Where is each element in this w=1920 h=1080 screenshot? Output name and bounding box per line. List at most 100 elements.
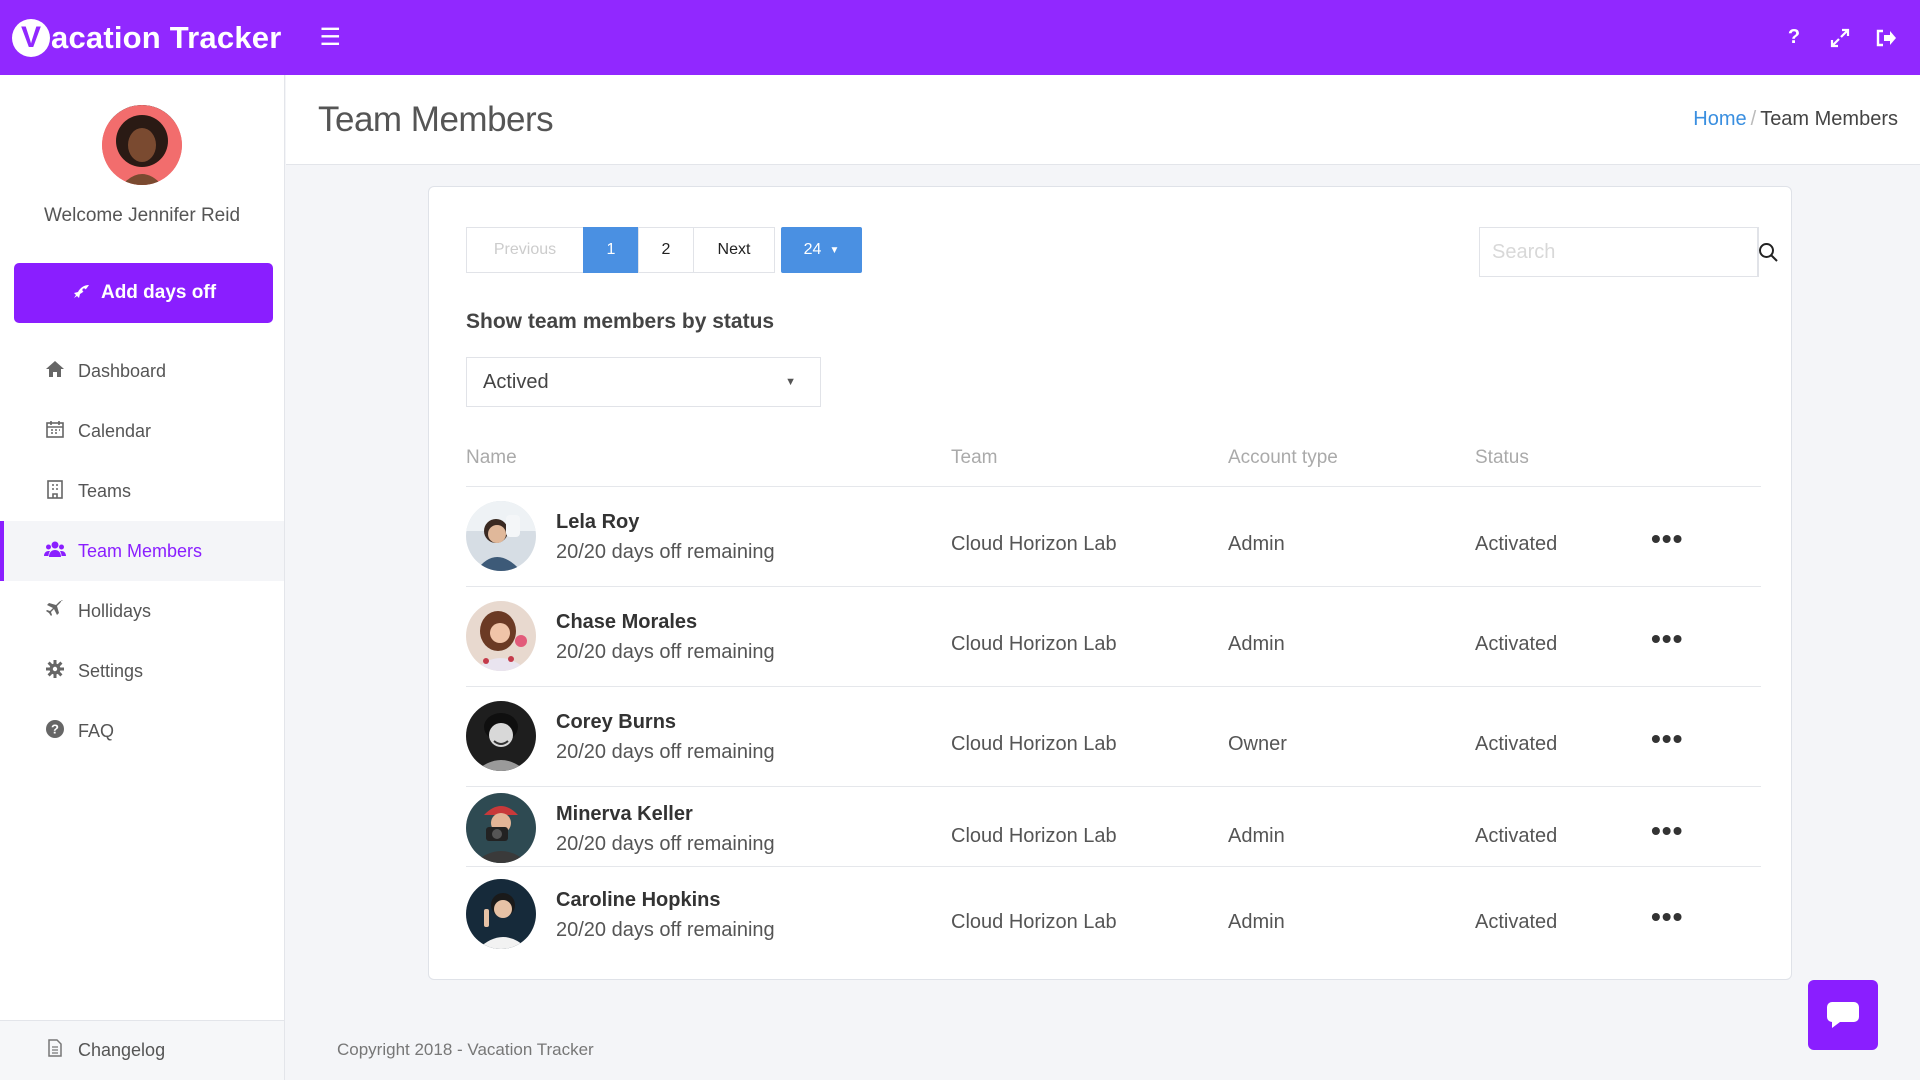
sidebar-item-calendar[interactable]: Calendar — [0, 401, 284, 461]
table-row[interactable]: Minerva Keller 20/20 days off remaining … — [466, 787, 1761, 867]
status-filter-select[interactable]: Actived ▼ — [466, 357, 821, 407]
sidebar-item-label: Dashboard — [78, 360, 167, 381]
sidebar-item-team-members[interactable]: Team Members — [0, 521, 284, 581]
logo-text: acation Tracker — [51, 19, 282, 55]
breadcrumb: Home / Team Members — [1693, 108, 1898, 131]
sidebar-item-settings[interactable]: Settings — [0, 641, 284, 701]
search-input[interactable] — [1480, 228, 1757, 276]
member-name[interactable]: Corey Burns — [556, 711, 676, 734]
member-status: Activated — [1475, 825, 1558, 847]
changelog-label: Changelog — [78, 1040, 166, 1060]
member-team: Cloud Horizon Lab — [951, 911, 1117, 933]
sidebar-item-faq[interactable]: ? FAQ — [0, 701, 284, 761]
calendar-icon — [44, 420, 66, 443]
member-days-remaining: 20/20 days off remaining — [556, 833, 775, 855]
sidebar-item-hollidays[interactable]: Hollidays — [0, 581, 284, 641]
member-account-type: Admin — [1228, 911, 1285, 933]
sidebar-item-changelog[interactable]: Changelog — [0, 1020, 284, 1080]
member-name[interactable]: Lela Roy — [556, 511, 639, 534]
table-row[interactable]: Chase Morales 20/20 days off remaining C… — [466, 587, 1761, 687]
home-icon — [44, 360, 66, 383]
more-actions-icon[interactable]: ••• — [1651, 901, 1683, 933]
member-days-remaining: 20/20 days off remaining — [556, 641, 775, 663]
table-row[interactable]: Corey Burns 20/20 days off remaining Clo… — [466, 687, 1761, 787]
page-1-button[interactable]: 1 — [583, 227, 639, 273]
search-button[interactable] — [1757, 228, 1778, 276]
page-title: Team Members — [318, 99, 554, 139]
logo-mark: V — [12, 18, 50, 57]
member-name[interactable]: Minerva Keller — [556, 803, 693, 826]
sidebar-item-label: Teams — [78, 480, 132, 501]
sidebar-item-teams[interactable]: Teams — [0, 461, 284, 521]
sidebar-item-label: Hollidays — [78, 600, 152, 621]
member-status: Activated — [1475, 633, 1558, 655]
welcome-text: Welcome Jennifer Reid — [43, 205, 241, 226]
svg-text:?: ? — [51, 721, 59, 736]
member-account-type: Admin — [1228, 633, 1285, 655]
column-header-account-type[interactable]: Account type — [1228, 447, 1338, 469]
more-actions-icon[interactable]: ••• — [1651, 723, 1683, 755]
member-days-remaining: 20/20 days off remaining — [556, 919, 775, 941]
next-page-button[interactable]: Next — [693, 227, 775, 273]
more-actions-icon[interactable]: ••• — [1651, 623, 1683, 655]
previous-page-button[interactable]: Previous — [466, 227, 584, 273]
add-days-off-button[interactable]: Add days off — [14, 263, 273, 323]
column-header-name[interactable]: Name — [466, 447, 517, 469]
help-icon[interactable]: ? — [1782, 26, 1806, 50]
member-status: Activated — [1475, 533, 1558, 555]
member-status: Activated — [1475, 911, 1558, 933]
table-row[interactable]: Caroline Hopkins 20/20 days off remainin… — [466, 867, 1761, 963]
rocket-icon — [73, 285, 89, 298]
search-icon — [1759, 243, 1778, 262]
app-logo[interactable]: V acation Tracker — [12, 18, 282, 57]
sidebar-nav: Dashboard Calendar Teams Team Members Ho… — [0, 341, 284, 761]
sidebar: Welcome Jennifer Reid Add days off Dashb… — [0, 75, 285, 1080]
user-avatar[interactable] — [102, 105, 182, 185]
logout-icon[interactable] — [1874, 26, 1898, 50]
member-account-type: Admin — [1228, 825, 1285, 847]
member-status: Activated — [1475, 733, 1558, 755]
footer-copyright: Copyright 2018 - Vacation Tracker — [337, 1040, 594, 1059]
top-bar: V acation Tracker ☰ ? — [0, 0, 1920, 75]
sidebar-item-label: Team Members — [78, 540, 203, 561]
table-header: Name Team Account type Status — [466, 427, 1761, 487]
member-avatar[interactable] — [466, 601, 536, 671]
column-header-team[interactable]: Team — [951, 447, 997, 469]
member-avatar[interactable] — [466, 879, 536, 949]
member-avatar[interactable] — [466, 793, 536, 863]
breadcrumb-separator: / — [1750, 108, 1757, 130]
table-body: Lela Roy 20/20 days off remaining Cloud … — [466, 487, 1761, 963]
sidebar-item-dashboard[interactable]: Dashboard — [0, 341, 284, 401]
top-icons: ? — [1782, 26, 1898, 50]
member-team: Cloud Horizon Lab — [951, 633, 1117, 655]
chat-button[interactable] — [1808, 980, 1878, 1050]
fullscreen-icon[interactable] — [1828, 26, 1852, 50]
team-members-card: Previous 1 2 Next 24 ▼ Show team members… — [428, 186, 1792, 980]
caret-down-icon: ▼ — [785, 376, 796, 388]
member-avatar[interactable] — [466, 701, 536, 771]
page-size-value: 24 — [803, 241, 822, 258]
member-name[interactable]: Caroline Hopkins — [556, 889, 720, 912]
status-filter-label: Show team members by status — [466, 310, 775, 333]
page-2-button[interactable]: 2 — [638, 227, 694, 273]
table-row[interactable]: Lela Roy 20/20 days off remaining Cloud … — [466, 487, 1761, 587]
users-icon — [44, 540, 66, 563]
member-name[interactable]: Chase Morales — [556, 611, 697, 634]
chat-icon — [1827, 1002, 1859, 1028]
breadcrumb-home[interactable]: Home — [1693, 108, 1746, 130]
more-actions-icon[interactable]: ••• — [1651, 523, 1683, 555]
member-avatar[interactable] — [466, 501, 536, 571]
sidebar-item-label: Settings — [78, 660, 144, 681]
column-header-status[interactable]: Status — [1475, 447, 1529, 469]
gear-icon — [44, 659, 66, 683]
member-days-remaining: 20/20 days off remaining — [556, 741, 775, 763]
caret-down-icon: ▼ — [829, 244, 840, 256]
breadcrumb-current: Team Members — [1760, 108, 1898, 130]
status-filter-value: Actived — [483, 370, 549, 393]
member-account-type: Admin — [1228, 533, 1285, 555]
menu-icon[interactable]: ☰ — [319, 23, 341, 52]
document-icon — [44, 1039, 66, 1062]
page-size-dropdown[interactable]: 24 ▼ — [781, 227, 862, 273]
more-actions-icon[interactable]: ••• — [1651, 815, 1683, 847]
member-days-remaining: 20/20 days off remaining — [556, 541, 775, 563]
